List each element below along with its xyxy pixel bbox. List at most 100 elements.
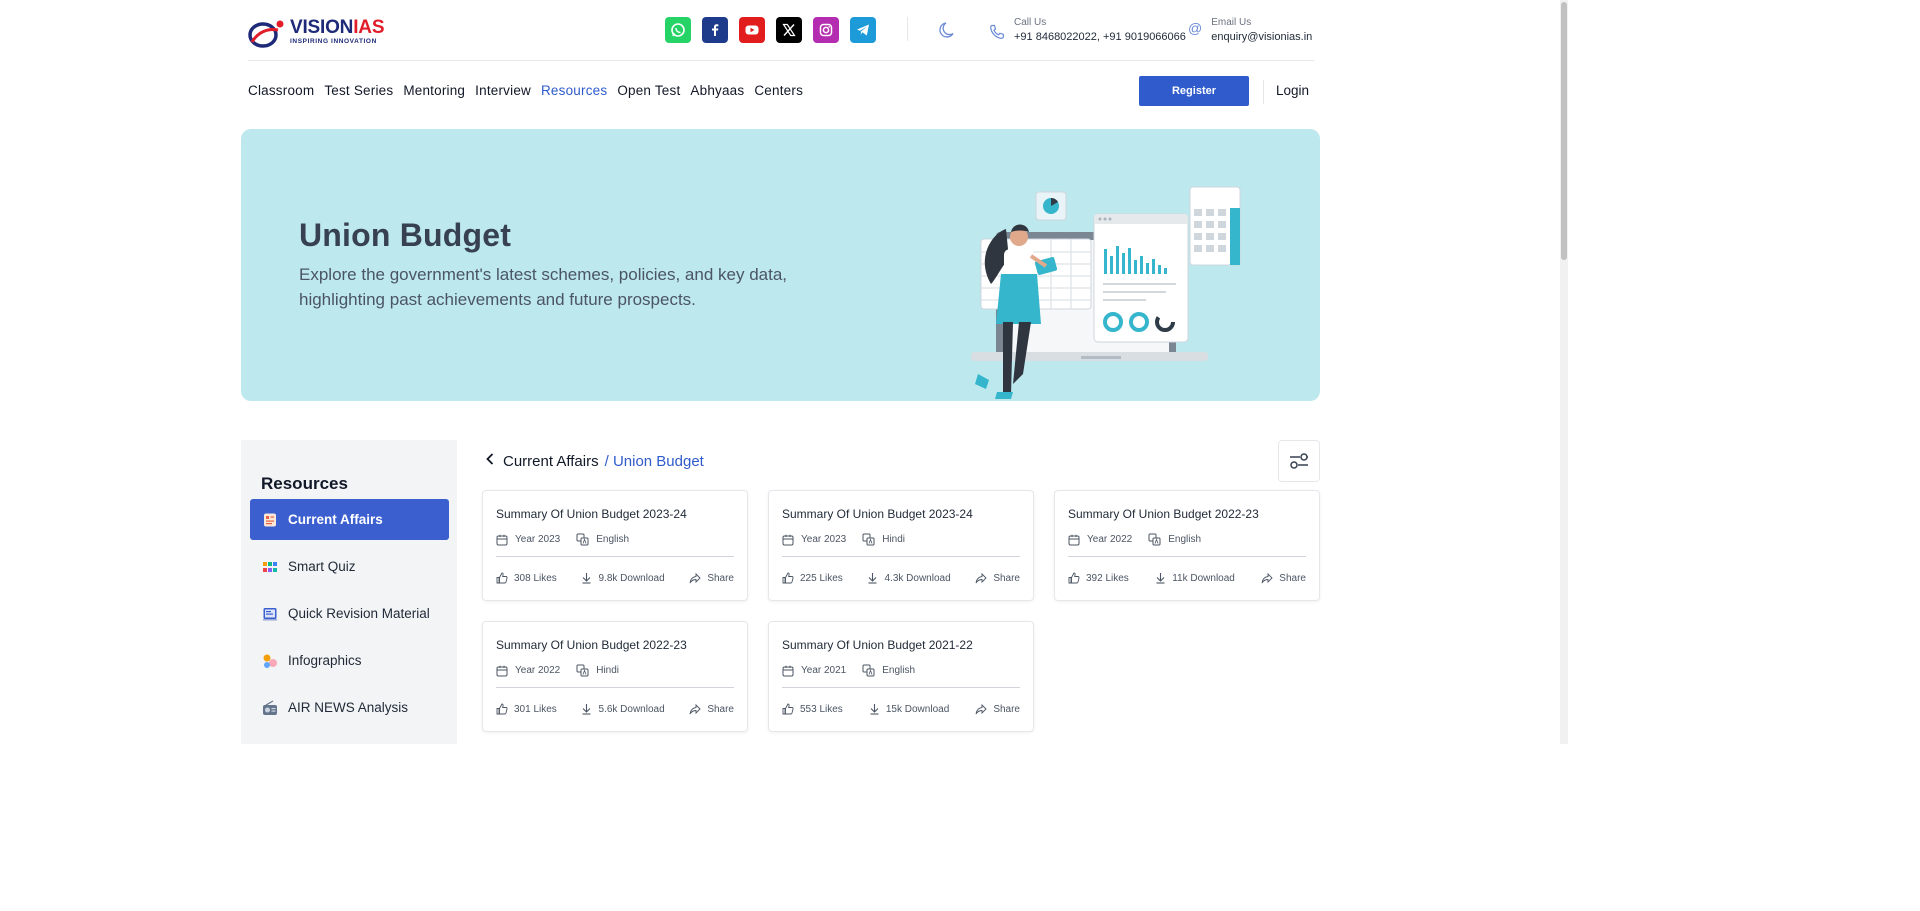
share-icon (689, 572, 701, 583)
resource-card[interactable]: Summary Of Union Budget 2023-24 Year 2023… (482, 490, 748, 601)
translate-icon (576, 664, 589, 677)
card-language: Hindi (576, 664, 619, 677)
download-button[interactable]: 15k Download (869, 703, 949, 715)
nav-interview[interactable]: Interview (475, 83, 531, 98)
translate-icon (862, 533, 875, 546)
nav-open-test[interactable]: Open Test (617, 83, 680, 98)
share-icon (1261, 572, 1273, 583)
translate-icon (1148, 533, 1161, 546)
sidebar-item-infographics[interactable]: Infographics (250, 640, 449, 681)
sidebar-item-quick-revision[interactable]: Quick Revision Material (250, 593, 449, 634)
download-icon (870, 704, 879, 715)
download-button[interactable]: 4.3k Download (867, 572, 951, 584)
like-button[interactable]: 301 Likes (496, 703, 557, 715)
card-language: English (862, 664, 915, 677)
sidebar-title: Resources (261, 474, 348, 493)
nav-classroom[interactable]: Classroom (248, 83, 314, 98)
resource-card[interactable]: Summary Of Union Budget 2021-22 Year 2021… (768, 621, 1034, 732)
header-divider (907, 17, 908, 41)
banner-title: Union Budget (299, 217, 512, 253)
card-title[interactable]: Summary Of Union Budget 2022-23 (1068, 507, 1259, 521)
like-button[interactable]: 308 Likes (496, 572, 557, 584)
translate-icon (862, 664, 875, 677)
whatsapp-icon[interactable] (665, 17, 691, 43)
filter-button[interactable] (1278, 440, 1320, 482)
sidebar-item-air-news[interactable]: AIR NEWS Analysis (250, 687, 449, 728)
instagram-icon[interactable] (813, 17, 839, 43)
newspaper-icon (262, 512, 278, 528)
resource-card[interactable]: Summary Of Union Budget 2022-23 Year 2022… (1054, 490, 1320, 601)
download-button[interactable]: 9.8k Download (581, 572, 665, 584)
nav-mentoring[interactable]: Mentoring (403, 83, 465, 98)
like-button[interactable]: 225 Likes (782, 572, 843, 584)
like-button[interactable]: 392 Likes (1068, 572, 1129, 584)
card-year: Year 2022 (1068, 534, 1132, 546)
x-icon[interactable] (776, 17, 802, 43)
resources-sidebar: Resources Current Affairs Smart Quiz Qui… (241, 440, 457, 744)
phone-icon (990, 24, 1004, 39)
card-title[interactable]: Summary Of Union Budget 2021-22 (782, 638, 973, 652)
card-title[interactable]: Summary Of Union Budget 2023-24 (496, 507, 687, 521)
share-button[interactable]: Share (689, 703, 734, 715)
logo-mark-icon (248, 18, 284, 48)
register-button[interactable]: Register (1139, 76, 1249, 106)
download-button[interactable]: 5.6k Download (581, 703, 665, 715)
download-icon (868, 573, 877, 584)
nav-abhyaas[interactable]: Abhyaas (690, 83, 744, 98)
back-chevron-icon[interactable] (485, 452, 495, 470)
header-rule (248, 60, 1314, 61)
banner-description: Explore the government's latest schemes,… (299, 265, 788, 309)
sidebar-label: Infographics (288, 653, 362, 668)
download-button[interactable]: 11k Download (1155, 572, 1235, 584)
nav-centers[interactable]: Centers (754, 83, 803, 98)
sliders-icon (1290, 453, 1308, 469)
call-us[interactable]: Call Us +91 8468022022, +91 9019066066 (988, 17, 1186, 43)
card-title[interactable]: Summary Of Union Budget 2022-23 (496, 638, 687, 652)
resource-card[interactable]: Summary Of Union Budget 2022-23 Year 2022… (482, 621, 748, 732)
sidebar-label: Smart Quiz (288, 559, 356, 574)
translate-icon (576, 533, 589, 546)
facebook-icon[interactable] (702, 17, 728, 43)
youtube-icon[interactable] (739, 17, 765, 43)
calendar-icon (496, 534, 508, 545)
dark-mode-toggle[interactable] (938, 20, 958, 45)
share-button[interactable]: Share (975, 703, 1020, 715)
resource-card[interactable]: Summary Of Union Budget 2023-24 Year 2023… (768, 490, 1034, 601)
email-us[interactable]: @ Email Us enquiry@visionias.in (1188, 17, 1312, 43)
share-button[interactable]: Share (1261, 572, 1306, 584)
budget-illustration (971, 186, 1241, 399)
login-link[interactable]: Login (1276, 83, 1309, 98)
site-logo[interactable]: VISIONIAS INSPIRING INNOVATION (248, 18, 384, 48)
nav-divider (1263, 80, 1264, 104)
email-label: Email Us (1211, 17, 1252, 28)
calendar-icon (1068, 534, 1080, 545)
share-button[interactable]: Share (975, 572, 1020, 584)
call-label: Call Us (1014, 17, 1047, 28)
sidebar-item-smart-quiz[interactable]: Smart Quiz (250, 546, 449, 587)
thumbs-up-icon (1068, 572, 1080, 584)
sidebar-label: Quick Revision Material (288, 606, 430, 621)
card-year: Year 2022 (496, 665, 560, 677)
sidebar-item-current-affairs[interactable]: Current Affairs (250, 499, 449, 540)
card-divider (496, 556, 734, 557)
hero-banner: Union Budget Explore the government's la… (241, 129, 1320, 401)
calendar-icon (782, 534, 794, 545)
thumbs-up-icon (496, 703, 508, 715)
download-icon (582, 704, 591, 715)
like-button[interactable]: 553 Likes (782, 703, 843, 715)
share-icon (975, 572, 987, 583)
calendar-icon (782, 665, 794, 676)
card-year: Year 2023 (496, 534, 560, 546)
nav-resources[interactable]: Resources (541, 83, 607, 98)
breadcrumb-parent[interactable]: Current Affairs (503, 453, 599, 470)
sidebar-label: Current Affairs (288, 512, 383, 527)
call-numbers: +91 8468022022, +91 9019066066 (1014, 31, 1186, 43)
email-address: enquiry@visionias.in (1211, 31, 1313, 43)
telegram-icon[interactable] (850, 17, 876, 43)
share-button[interactable]: Share (689, 572, 734, 584)
nav-test-series[interactable]: Test Series (324, 83, 393, 98)
scrollbar-thumb[interactable] (1561, 2, 1567, 260)
breadcrumb-current: / Union Budget (604, 452, 704, 470)
card-title[interactable]: Summary Of Union Budget 2023-24 (782, 507, 973, 521)
revision-book-icon (262, 606, 278, 622)
